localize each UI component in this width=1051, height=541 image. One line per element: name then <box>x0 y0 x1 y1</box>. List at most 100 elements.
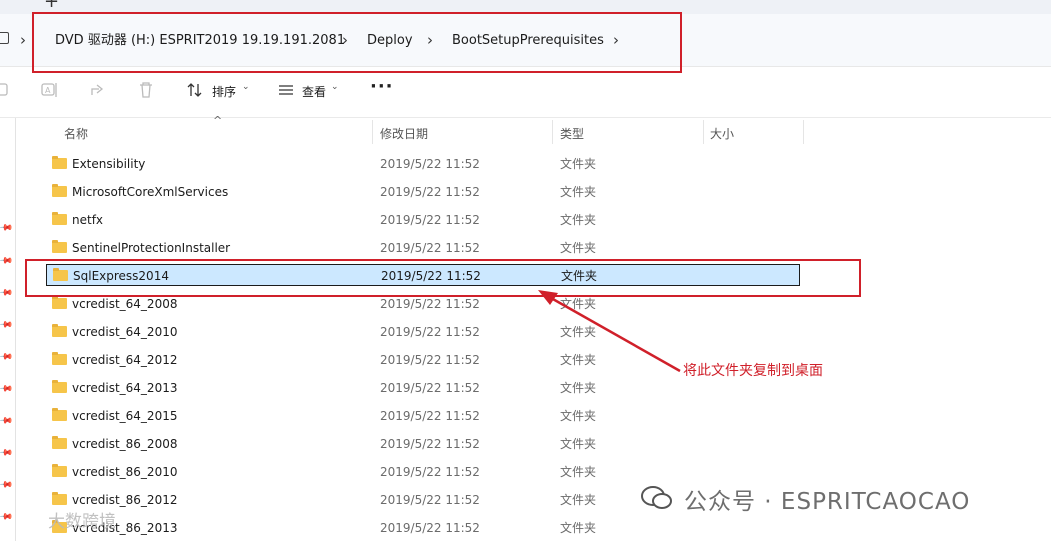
file-row[interactable]: MicrosoftCoreXmlServices 2019/5/22 11:52 文… <box>46 181 800 203</box>
copy-icon[interactable] <box>0 81 12 99</box>
folder-icon <box>52 184 67 197</box>
file-name: Extensibility <box>72 157 146 171</box>
folder-icon <box>52 324 67 337</box>
folder-icon <box>52 240 67 253</box>
file-type: 文件夹 <box>560 493 597 507</box>
column-header-modified[interactable]: 修改日期 <box>380 125 428 142</box>
file-row[interactable]: SentinelProtectionInstaller 2019/5/22 11:… <box>46 237 800 259</box>
column-header-type[interactable]: 类型 <box>560 125 584 142</box>
file-type: 文件夹 <box>560 157 597 171</box>
watermark-bottom-text: 大数跨境 <box>48 512 116 532</box>
pin-icon[interactable]: 📌 <box>0 349 13 364</box>
pin-icon[interactable]: 📌 <box>0 381 13 396</box>
rename-icon[interactable]: A <box>41 81 59 99</box>
file-date: 2019/5/22 11:52 <box>380 241 480 255</box>
view-icon[interactable] <box>277 81 295 99</box>
file-row[interactable]: vcredist_64_2015 2019/5/22 11:52 文件夹 <box>46 405 800 427</box>
file-row[interactable]: Extensibility 2019/5/22 11:52 文件夹 <box>46 153 800 175</box>
file-name: vcredist_64_2010 <box>72 325 178 339</box>
file-date: 2019/5/22 11:52 <box>380 325 480 339</box>
file-date: 2019/5/22 11:52 <box>380 353 480 367</box>
file-row[interactable]: vcredist_64_2013 2019/5/22 11:52 文件夹 <box>46 377 800 399</box>
file-type: 文件夹 <box>560 465 597 479</box>
file-date: 2019/5/22 11:52 <box>380 437 480 451</box>
file-type: 文件夹 <box>560 381 597 395</box>
view-button-label[interactable]: 查看 <box>302 83 326 100</box>
column-header-row: ^ 名称 修改日期 类型 大小 <box>30 114 1051 146</box>
file-date: 2019/5/22 11:52 <box>380 381 480 395</box>
folder-icon <box>52 352 67 365</box>
new-tab-button[interactable]: + <box>44 0 59 11</box>
file-type: 文件夹 <box>560 521 597 535</box>
pin-icon[interactable]: 📌 <box>0 285 13 300</box>
file-name: vcredist_86_2012 <box>72 493 178 507</box>
file-name: MicrosoftCoreXmlServices <box>72 185 229 199</box>
pin-icon[interactable]: 📌 <box>0 220 13 235</box>
file-type: 文件夹 <box>560 241 597 255</box>
file-name: vcredist_64_2013 <box>72 381 178 395</box>
watermark-text: 公众号 · ESPRITCAOCAO <box>684 489 971 515</box>
file-date: 2019/5/22 11:52 <box>380 493 480 507</box>
more-options-button[interactable]: ··· <box>370 76 394 97</box>
file-row[interactable]: vcredist_86_2013 2019/5/22 11:52 文件夹 <box>46 517 800 539</box>
folder-icon <box>52 380 67 393</box>
svg-text:A: A <box>45 86 51 95</box>
file-type: 文件夹 <box>560 213 597 227</box>
file-date: 2019/5/22 11:52 <box>380 297 480 311</box>
file-type: 文件夹 <box>560 437 597 451</box>
chevron-down-icon[interactable]: ⌄ <box>331 82 339 92</box>
navigation-pane[interactable]: 📌 📌 📌 📌 📌 📌 📌 📌 📌 📌 <box>0 118 16 541</box>
breadcrumb-separator-chevron-icon[interactable]: › <box>20 31 26 49</box>
annotation-label: 将此文件夹复制到桌面 <box>683 363 823 379</box>
file-name: vcredist_86_2010 <box>72 465 178 479</box>
pin-icon[interactable]: 📌 <box>0 509 13 524</box>
file-type: 文件夹 <box>560 185 597 199</box>
file-name: vcredist_64_2008 <box>72 297 178 311</box>
file-name: netfx <box>72 213 104 227</box>
file-name: vcredist_64_2012 <box>72 353 178 367</box>
chevron-down-icon[interactable]: ⌄ <box>242 82 250 92</box>
file-date: 2019/5/22 11:52 <box>380 185 480 199</box>
folder-icon <box>52 408 67 421</box>
pin-icon[interactable]: 📌 <box>0 477 13 492</box>
file-name: vcredist_64_2015 <box>72 409 178 423</box>
column-header-name[interactable]: 名称 <box>64 125 88 142</box>
delete-icon[interactable] <box>137 81 155 99</box>
file-date: 2019/5/22 11:52 <box>380 521 480 535</box>
folder-icon <box>52 492 67 505</box>
this-pc-icon[interactable] <box>0 32 9 44</box>
column-divider[interactable] <box>372 120 373 144</box>
file-date: 2019/5/22 11:52 <box>380 157 480 171</box>
file-date: 2019/5/22 11:52 <box>380 213 480 227</box>
column-divider[interactable] <box>803 120 804 144</box>
column-divider[interactable] <box>552 120 553 144</box>
file-type: 文件夹 <box>560 409 597 423</box>
file-row[interactable]: vcredist_86_2008 2019/5/22 11:52 文件夹 <box>46 433 800 455</box>
column-header-size[interactable]: 大小 <box>710 125 734 142</box>
wechat-icon <box>641 486 672 509</box>
sort-button-label[interactable]: 排序 <box>212 83 236 100</box>
folder-icon <box>52 464 67 477</box>
sort-icon[interactable] <box>186 81 204 99</box>
file-row[interactable]: netfx 2019/5/22 11:52 文件夹 <box>46 209 800 231</box>
pin-icon[interactable]: 📌 <box>0 253 13 268</box>
file-row[interactable]: vcredist_86_2010 2019/5/22 11:52 文件夹 <box>46 461 800 483</box>
pin-icon[interactable]: 📌 <box>0 317 13 332</box>
command-bar: A 排序 ⌄ 查看 ⌄ ··· <box>0 67 1051 118</box>
folder-icon <box>52 156 67 169</box>
file-name: vcredist_86_2008 <box>72 437 178 451</box>
folder-icon <box>52 296 67 309</box>
annotation-box-address <box>32 12 682 73</box>
pin-icon[interactable]: 📌 <box>0 413 13 428</box>
folder-icon <box>52 212 67 225</box>
column-divider[interactable] <box>703 120 704 144</box>
share-icon[interactable] <box>89 81 107 99</box>
folder-icon <box>52 436 67 449</box>
file-name: SentinelProtectionInstaller <box>72 241 231 255</box>
pin-icon[interactable]: 📌 <box>0 445 13 460</box>
file-date: 2019/5/22 11:52 <box>380 409 480 423</box>
file-date: 2019/5/22 11:52 <box>380 465 480 479</box>
annotation-box-selected-row <box>25 259 861 297</box>
annotation-arrow-icon <box>538 290 681 373</box>
sort-ascending-icon: ^ <box>213 114 223 127</box>
